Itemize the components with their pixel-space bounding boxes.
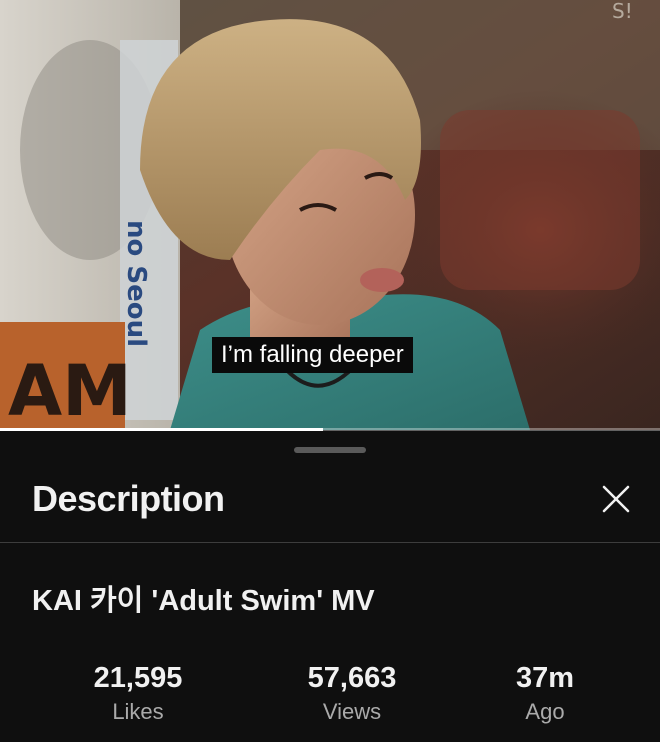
video-player[interactable]: no Seoul AM S! I’m falling deeper xyxy=(0,0,660,430)
svg-text:no Seoul: no Seoul xyxy=(121,220,151,347)
sheet-divider xyxy=(0,542,660,543)
svg-text:AM: AM xyxy=(8,350,132,430)
views-count: 57,663 xyxy=(307,662,397,694)
sheet-title: Description xyxy=(32,478,225,519)
description-sheet: Description KAI 카이 'Adult Swim' MV 21,59… xyxy=(0,431,660,742)
sheet-drag-handle[interactable] xyxy=(294,447,366,453)
views-stat: 57,663 Views xyxy=(262,660,442,728)
likes-label: Likes xyxy=(112,699,164,724)
video-subtitle: I’m falling deeper xyxy=(212,337,413,373)
close-icon xyxy=(602,485,630,513)
upload-age-value: 37m xyxy=(515,662,575,694)
upload-age-stat: 37m Ago xyxy=(455,660,635,728)
likes-stat: 21,595 Likes xyxy=(48,660,228,728)
youtube-description-screen: no Seoul AM S! I’m falling deeper Descri… xyxy=(0,0,660,742)
video-title: KAI 카이 'Adult Swim' MV xyxy=(32,585,375,617)
views-label: Views xyxy=(322,699,382,724)
upload-age-label: Ago xyxy=(525,699,565,724)
svg-text:S!: S! xyxy=(612,0,633,23)
close-button[interactable] xyxy=(592,479,640,519)
likes-count: 21,595 xyxy=(93,662,183,694)
